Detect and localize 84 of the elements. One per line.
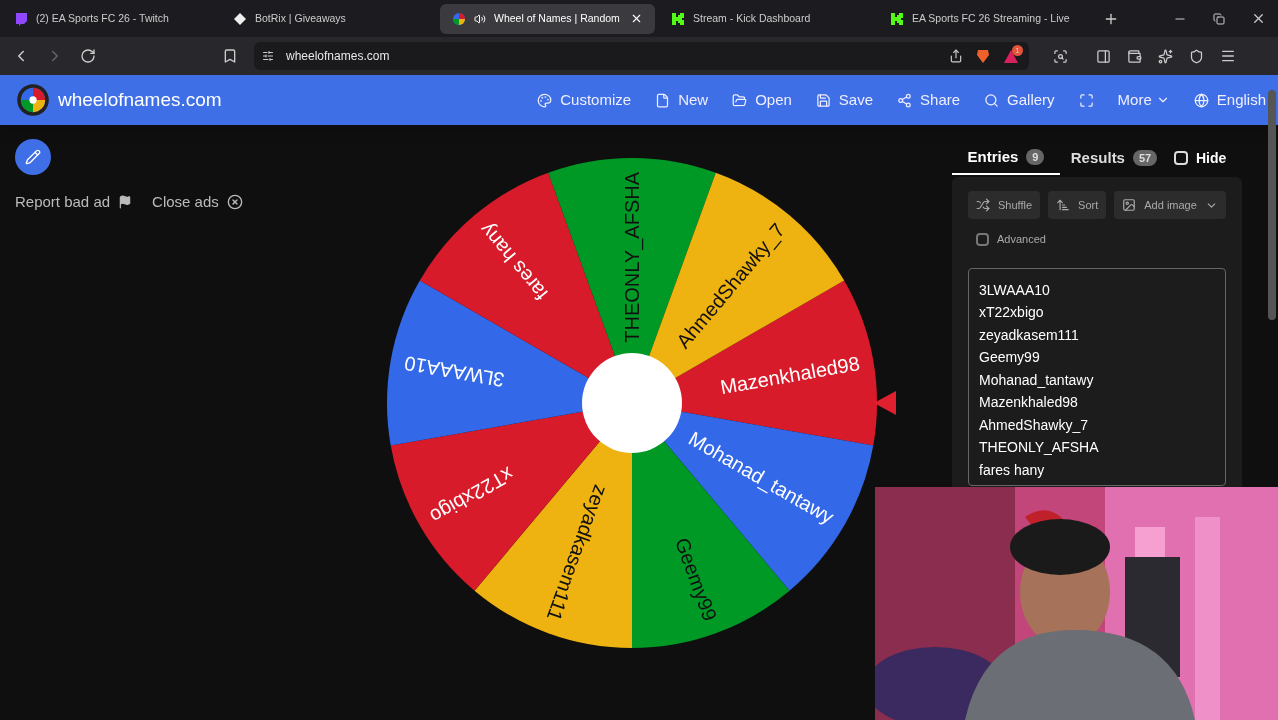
palette-icon bbox=[537, 92, 553, 108]
site-settings-icon[interactable] bbox=[262, 50, 274, 62]
panel-tab[interactable]: Entries 9 bbox=[952, 141, 1060, 175]
address-field[interactable]: wheelofnames.com 1 bbox=[254, 42, 1029, 70]
nav-button[interactable]: New bbox=[655, 88, 709, 112]
globe-icon bbox=[1193, 92, 1209, 108]
tool-button[interactable]: Sort bbox=[1048, 191, 1107, 219]
alert-count: 1 bbox=[1012, 45, 1023, 56]
shuffle-icon bbox=[976, 198, 990, 212]
fullscreen-icon[interactable] bbox=[1078, 92, 1094, 108]
lens-icon[interactable] bbox=[1053, 48, 1068, 64]
nav-more-button[interactable]: More bbox=[1117, 88, 1170, 112]
kick-logo-icon bbox=[890, 11, 904, 26]
nav-button[interactable]: Open bbox=[732, 88, 792, 112]
entries-field[interactable]: 3LWAAA10 xT22xbigo zeyadkasem111 Geemy99 Mohanad_tantawy Mazenkhaled98 AhmedShawky_7 THEONLY_AFSHA fares hany bbox=[968, 267, 1226, 486]
nav-button[interactable]: English bbox=[1193, 88, 1266, 112]
advanced-checkbox[interactable]: Advanced bbox=[968, 231, 1226, 248]
tool-button[interactable]: Add image bbox=[1114, 191, 1226, 219]
kick-logo-icon bbox=[671, 11, 685, 26]
entry-line: Mazenkhaled98 bbox=[979, 393, 1079, 412]
pointer-icon bbox=[874, 391, 896, 415]
sparkle-icon[interactable] bbox=[1158, 48, 1173, 64]
bookmark-icon[interactable] bbox=[222, 48, 238, 64]
hide-checkbox[interactable]: Hide bbox=[1174, 141, 1227, 175]
edit-button[interactable] bbox=[15, 139, 51, 175]
reload-icon[interactable] bbox=[80, 48, 96, 64]
lion-shield-icon[interactable] bbox=[975, 48, 991, 64]
nav-button[interactable]: Customize bbox=[537, 88, 632, 112]
entry-line: THEONLY_AFSHA bbox=[979, 438, 1100, 457]
browser-tab[interactable]: Stream - Kick Dashboard bbox=[659, 3, 874, 34]
site-logo-icon[interactable] bbox=[16, 83, 50, 117]
nav-button[interactable]: Save bbox=[815, 88, 874, 112]
entry-line: AhmedShawky_7 bbox=[979, 415, 1089, 435]
twitch-logo-icon bbox=[14, 11, 28, 26]
wheel-logo-icon bbox=[452, 11, 466, 26]
nav-button[interactable]: Gallery bbox=[984, 88, 1055, 112]
tool-button[interactable]: Shuffle bbox=[968, 191, 1041, 219]
tab-title: BotRix | Giveaways bbox=[255, 10, 347, 26]
sort-icon bbox=[1056, 198, 1071, 212]
entry-line: 3LWAAA10 bbox=[979, 280, 1051, 300]
tab-title: (2) EA Sports FC 26 - Twitch bbox=[36, 10, 170, 26]
save-icon bbox=[815, 92, 831, 108]
tab-title: EA Sports FC 26 Streaming - Live bbox=[912, 10, 1071, 26]
sidebar-icon[interactable] bbox=[1096, 48, 1111, 64]
entry-line: zeyadkasem111 bbox=[979, 325, 1080, 345]
nav-button[interactable]: Share bbox=[897, 88, 961, 112]
wallet-icon[interactable] bbox=[1127, 48, 1142, 64]
report-ad-link[interactable]: Report bad ad bbox=[15, 191, 133, 214]
share-icon bbox=[897, 92, 913, 108]
diamond-logo-icon bbox=[233, 11, 247, 26]
wheel-center[interactable] bbox=[582, 353, 682, 453]
slice-label: THEONLY_AFSHA bbox=[621, 172, 643, 343]
tab-title: Stream - Kick Dashboard bbox=[693, 10, 812, 26]
tab-title: Wheel of Names | Random bbox=[494, 10, 621, 26]
browser-tab[interactable]: Wheel of Names | Random bbox=[440, 3, 655, 34]
browser-tab[interactable]: EA Sports FC 26 Streaming - Live bbox=[878, 3, 1093, 34]
flag-icon bbox=[118, 195, 133, 210]
folder-icon bbox=[732, 92, 748, 108]
count-badge: 57 bbox=[1132, 149, 1158, 167]
entry-line: fares hany bbox=[979, 460, 1046, 480]
site-logo[interactable]: wheelofnames.com bbox=[58, 85, 222, 115]
entry-line: Mohanad_tantawy bbox=[979, 370, 1095, 390]
browser-tab[interactable]: BotRix | Giveaways bbox=[221, 3, 436, 34]
speaker-icon bbox=[474, 12, 486, 25]
entry-line: Geemy99 bbox=[979, 348, 1041, 367]
close-ads-link[interactable]: Close ads bbox=[152, 191, 243, 214]
close-icon bbox=[226, 194, 243, 211]
url-text: wheelofnames.com bbox=[286, 48, 390, 65]
restore-icon[interactable] bbox=[1213, 12, 1225, 25]
share-icon[interactable] bbox=[949, 49, 963, 63]
scrollbar-thumb[interactable] bbox=[1268, 90, 1276, 320]
browser-tab[interactable]: (2) EA Sports FC 26 - Twitch bbox=[2, 3, 217, 34]
close-icon[interactable] bbox=[630, 12, 643, 25]
panel-tab[interactable]: Results 57 bbox=[1060, 141, 1168, 175]
shield-icon[interactable] bbox=[1189, 48, 1204, 64]
image-icon bbox=[1122, 198, 1137, 212]
close-icon[interactable] bbox=[1251, 11, 1266, 26]
search-icon bbox=[984, 92, 1000, 108]
pencil-icon bbox=[25, 149, 41, 165]
count-badge: 9 bbox=[1026, 148, 1045, 166]
slice-label: 3LWAAA10 bbox=[402, 352, 507, 392]
file-icon bbox=[655, 92, 671, 108]
menu-icon[interactable] bbox=[1220, 48, 1236, 64]
entry-line: xT22xbigo bbox=[979, 303, 1045, 322]
